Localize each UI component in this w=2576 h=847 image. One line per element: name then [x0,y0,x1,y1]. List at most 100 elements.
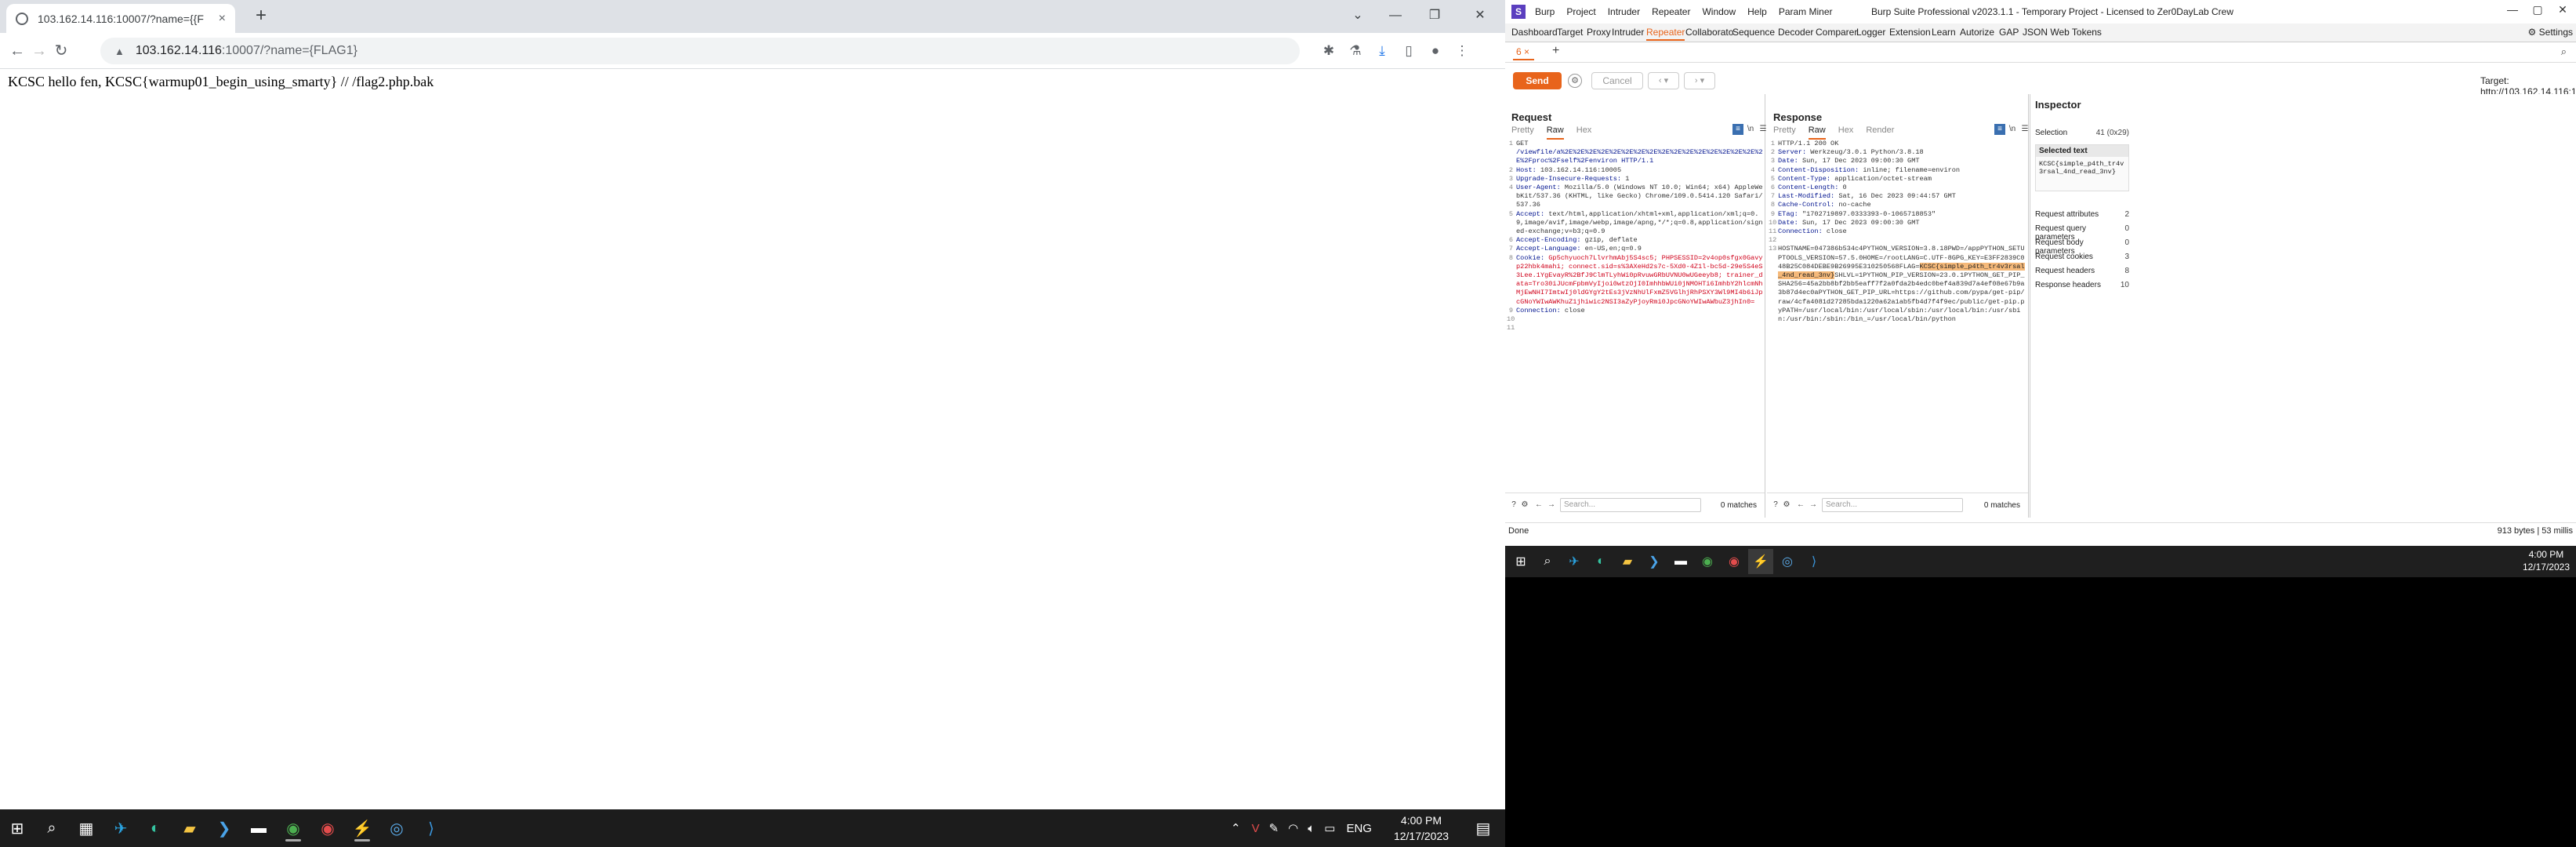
chrome-canary-icon[interactable]: ◉ [310,814,345,842]
menu-window[interactable]: Window [1702,6,1736,17]
clock[interactable]: 4:00 PM 12/17/2023 [2523,548,2570,573]
tab-pretty[interactable]: Pretty [1511,125,1534,140]
response-editor[interactable]: 1 HTTP/1.1 200 OK 2 Server: Werkzeug/3.0.1 … [1769,140,2026,486]
windows-start-icon[interactable]: ⊞ [1508,549,1533,574]
menu-project[interactable]: Project [1566,6,1595,17]
battery-icon[interactable]: ▭ [1324,821,1335,835]
chevron-up-icon[interactable]: ⌃ [1231,821,1241,835]
close-window-button[interactable]: ✕ [1457,0,1504,33]
chrome-canary-icon[interactable]: ◉ [1722,549,1747,574]
menu-param-miner[interactable]: Param Miner [1779,6,1833,17]
new-tab-button[interactable]: + [249,5,273,28]
search-icon[interactable]: ⌕ [34,814,69,842]
clock[interactable]: 4:00 PM 12/17/2023 [1386,812,1457,844]
tab-raw[interactable]: Raw [1808,125,1826,140]
menu-burp[interactable]: Burp [1535,6,1555,17]
inspector-row[interactable]: Request headers 8 [2035,267,2132,275]
notification-icon[interactable]: ▤ [1466,814,1500,842]
inspector-row[interactable]: Response headers 10 [2035,281,2132,289]
prev-arrow-icon[interactable]: ← [1533,500,1544,511]
volume-icon[interactable]: 🔈︎ [1308,822,1315,835]
request-search-input[interactable]: Search... [1560,498,1701,512]
forward-button[interactable]: → [28,40,50,62]
browser-tab[interactable]: 103.162.14.116:10007/?name={{F × [6,4,235,33]
repeater-tab[interactable]: 6 × [1513,46,1535,60]
download-icon[interactable]: ⤓ [1372,41,1392,61]
tab-gap[interactable]: GAP [1999,27,2019,38]
tab-autorize[interactable]: Autorize [1960,27,1994,38]
newline-icon[interactable]: \n [2007,124,2018,135]
language-indicator[interactable]: ENG [1346,822,1372,835]
next-arrow-icon[interactable]: → [1546,500,1557,511]
history-forward-button[interactable]: › ▾ [1684,72,1715,89]
address-bar[interactable]: ▲ 103.162.14.116:10007/?name={FLAG1} [100,38,1300,64]
wifi-icon[interactable]: ◠ [1288,821,1298,835]
menu-help[interactable]: Help [1747,6,1767,17]
tab-learn[interactable]: Learn [1932,27,1956,38]
menu-icon[interactable]: ☰ [2019,124,2030,135]
burp-icon[interactable]: ⚡ [345,814,379,842]
wrap-icon[interactable]: ≡ [1732,124,1743,135]
flask-icon[interactable]: ⚗ [1345,41,1366,61]
tab-collaborator[interactable]: Collaborato [1685,27,1733,38]
windows-start-icon[interactable]: ⊞ [0,814,34,842]
tab-close-icon[interactable]: × [1524,46,1529,57]
next-arrow-icon[interactable]: → [1808,500,1819,511]
response-search-input[interactable]: Search... [1822,498,1963,512]
tab-intruder[interactable]: Intruder [1612,27,1644,38]
history-back-button[interactable]: ‹ ▾ [1648,72,1679,89]
file-explorer-icon[interactable]: ▰ [172,814,207,842]
menu-intruder[interactable]: Intruder [1608,6,1640,17]
tab-sequencer[interactable]: Sequence [1732,27,1775,38]
help-icon[interactable]: ? [1770,500,1781,511]
tab-repeater[interactable]: Repeater [1646,27,1685,41]
vscode-icon[interactable]: ⟩ [414,814,448,842]
burp-icon[interactable]: ⚡ [1748,549,1773,574]
tab-dashboard[interactable]: Dashboard [1511,27,1558,38]
search-icon[interactable]: ⌕ [2561,45,2567,58]
gear-icon[interactable]: ⚙ [1781,500,1792,511]
tab-json-web-tokens[interactable]: JSON Web Tokens [2023,27,2102,38]
request-editor[interactable]: 1 GET/viewfile/a%2E%2E%2E%2E%2E%2E%2E%2E%… [1507,140,1763,486]
tab-target[interactable]: Target [1557,27,1583,38]
app-icon[interactable]: ◎ [379,814,414,842]
tab-render[interactable]: Render [1866,125,1894,140]
telegram-icon[interactable]: ✈ [103,814,138,842]
minimize-button[interactable]: — [2501,3,2524,16]
app-icon[interactable]: ◎ [1775,549,1800,574]
tab-hex[interactable]: Hex [1576,125,1592,140]
terminal-icon[interactable]: ▬ [241,814,276,842]
tab-logger[interactable]: Logger [1856,27,1885,38]
newline-icon[interactable]: \n [1745,124,1756,135]
file-explorer-icon[interactable]: ▰ [1615,549,1640,574]
reload-button[interactable]: ↻ [50,40,72,62]
tab-decoder[interactable]: Decoder [1778,27,1813,38]
pen-icon[interactable]: ✎ [1269,821,1279,835]
menu-repeater[interactable]: Repeater [1652,6,1690,17]
sidebar-icon[interactable]: ▯ [1399,41,1419,61]
gear-icon[interactable]: ⚙ [1568,74,1582,88]
vscode-icon[interactable]: ⟩ [1801,549,1827,574]
add-tab-button[interactable]: + [1552,44,1559,58]
tab-hex[interactable]: Hex [1838,125,1854,140]
task-view-icon[interactable]: ▦ [69,814,103,842]
cancel-button[interactable]: Cancel [1591,72,1643,89]
edge-icon[interactable]: ◐ [1588,549,1613,574]
help-icon[interactable]: ? [1508,500,1519,511]
terminal-icon[interactable]: ▬ [1668,549,1693,574]
maximize-button[interactable]: ▢ [2526,3,2549,16]
selected-text-value[interactable]: KCSC{simple_p4th_tr4v3rsal_4nd_read_3nv} [2036,157,2128,179]
chrome-icon[interactable]: ◉ [1695,549,1720,574]
tab-proxy[interactable]: Proxy [1587,27,1611,38]
gear-icon[interactable]: ⚙ [1519,500,1530,511]
send-button[interactable]: Send [1513,72,1562,89]
tab-extensions[interactable]: Extension [1889,27,1931,38]
telegram-icon[interactable]: ✈ [1562,549,1587,574]
v-icon[interactable]: V [1252,822,1260,835]
powershell-icon[interactable]: ❯ [207,814,241,842]
profile-icon[interactable]: ● [1425,41,1446,61]
inspector-row[interactable]: Request cookies 3 [2035,253,2132,261]
restore-button[interactable]: ❐ [1411,0,1458,33]
close-window-button[interactable]: ✕ [2551,3,2574,16]
settings-button[interactable]: ⚙ Settings [2528,27,2573,38]
